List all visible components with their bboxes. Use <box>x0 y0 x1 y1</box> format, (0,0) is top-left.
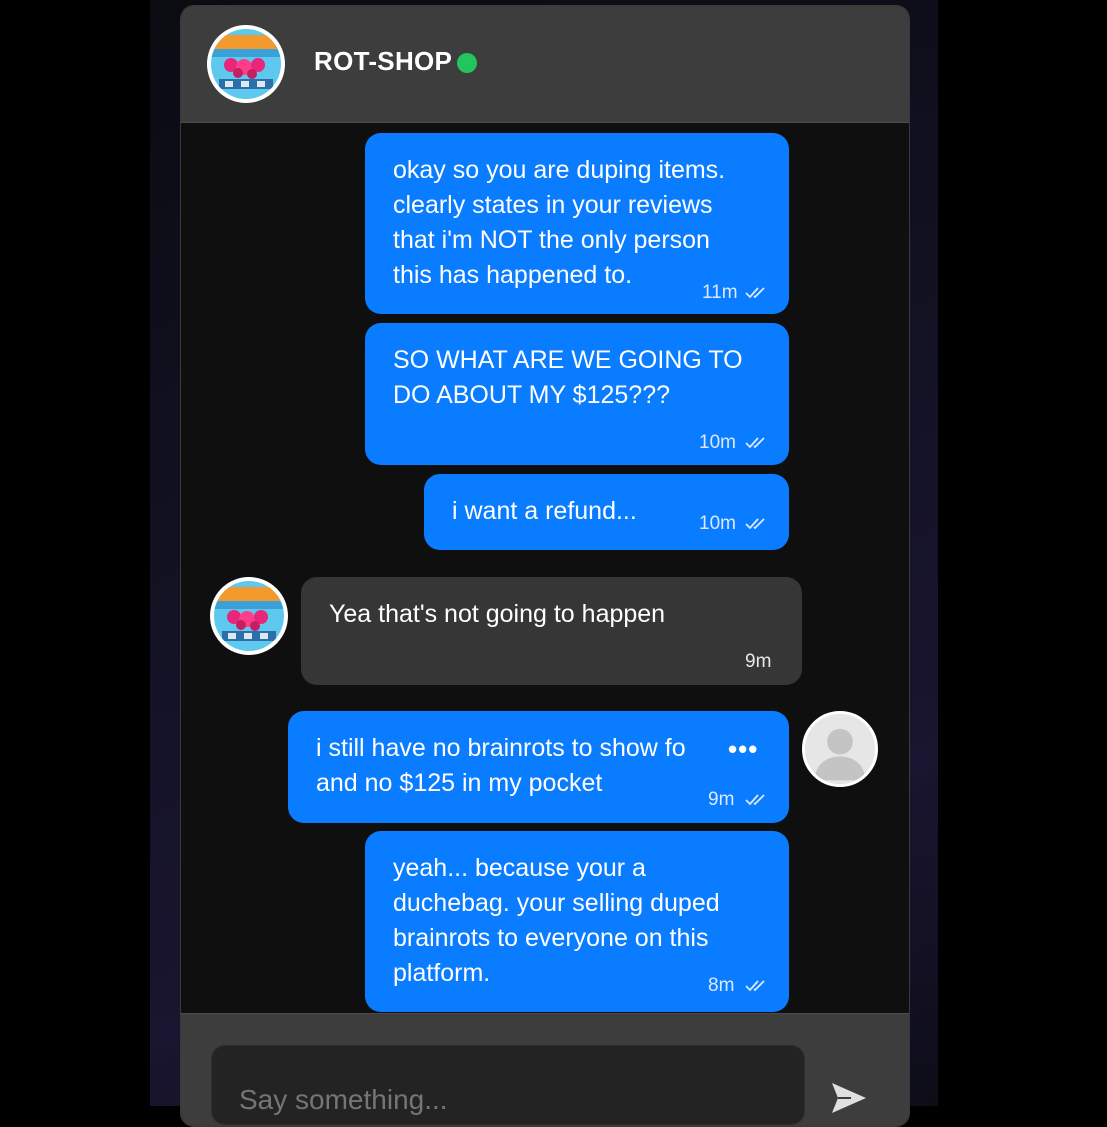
chat-window: ROT-SHOP okay so you are duping items. c… <box>180 5 910 1127</box>
read-receipt-icon <box>745 287 765 299</box>
message-text: yeah... because your a duchebag. your se… <box>393 854 720 987</box>
sender-avatar[interactable] <box>210 577 288 655</box>
shop-avatar-image <box>211 29 281 99</box>
shop-avatar[interactable] <box>207 25 285 103</box>
message-time: 8m <box>708 975 735 996</box>
message-bubble-sent[interactable]: i still have no brainrots to show fo and… <box>288 711 789 823</box>
message-time: 11m <box>702 282 738 303</box>
read-receipt-icon <box>745 518 765 530</box>
read-receipt-icon <box>745 437 765 449</box>
message-bubble-sent[interactable]: okay so you are duping items. clearly st… <box>365 133 789 314</box>
message-input[interactable] <box>211 1045 805 1125</box>
message-time: 10m <box>699 513 736 534</box>
send-icon[interactable] <box>829 1080 869 1116</box>
shop-name: ROT-SHOP <box>314 46 453 76</box>
composer-bar <box>181 1013 909 1126</box>
default-user-icon <box>805 714 875 784</box>
message-bubble-sent[interactable]: i want a refund... 10m <box>424 474 789 550</box>
message-bubble-received[interactable]: Yea that's not going to happen 9m <box>301 577 802 685</box>
message-time: 10m <box>699 432 736 453</box>
user-avatar[interactable] <box>802 711 878 787</box>
chat-header: ROT-SHOP <box>181 6 909 123</box>
message-text: Yea that's not going to happen <box>329 600 666 628</box>
message-text: SO WHAT ARE WE GOING TO DO ABOUT MY $125… <box>393 346 743 409</box>
message-text: i want a refund... <box>452 497 637 525</box>
message-text: i still have no brainrots to show fo and… <box>316 734 686 797</box>
read-receipt-icon <box>745 794 765 806</box>
read-receipt-icon <box>745 980 765 992</box>
more-options-icon[interactable]: ••• <box>718 736 759 762</box>
message-time: 9m <box>745 651 772 672</box>
online-status-dot <box>457 53 477 73</box>
message-bubble-sent[interactable]: yeah... because your a duchebag. your se… <box>365 831 789 1012</box>
message-text: okay so you are duping items. clearly st… <box>393 156 726 289</box>
sender-avatar-image <box>214 581 284 651</box>
message-bubble-sent[interactable]: SO WHAT ARE WE GOING TO DO ABOUT MY $125… <box>365 323 789 465</box>
message-time: 9m <box>708 789 735 810</box>
